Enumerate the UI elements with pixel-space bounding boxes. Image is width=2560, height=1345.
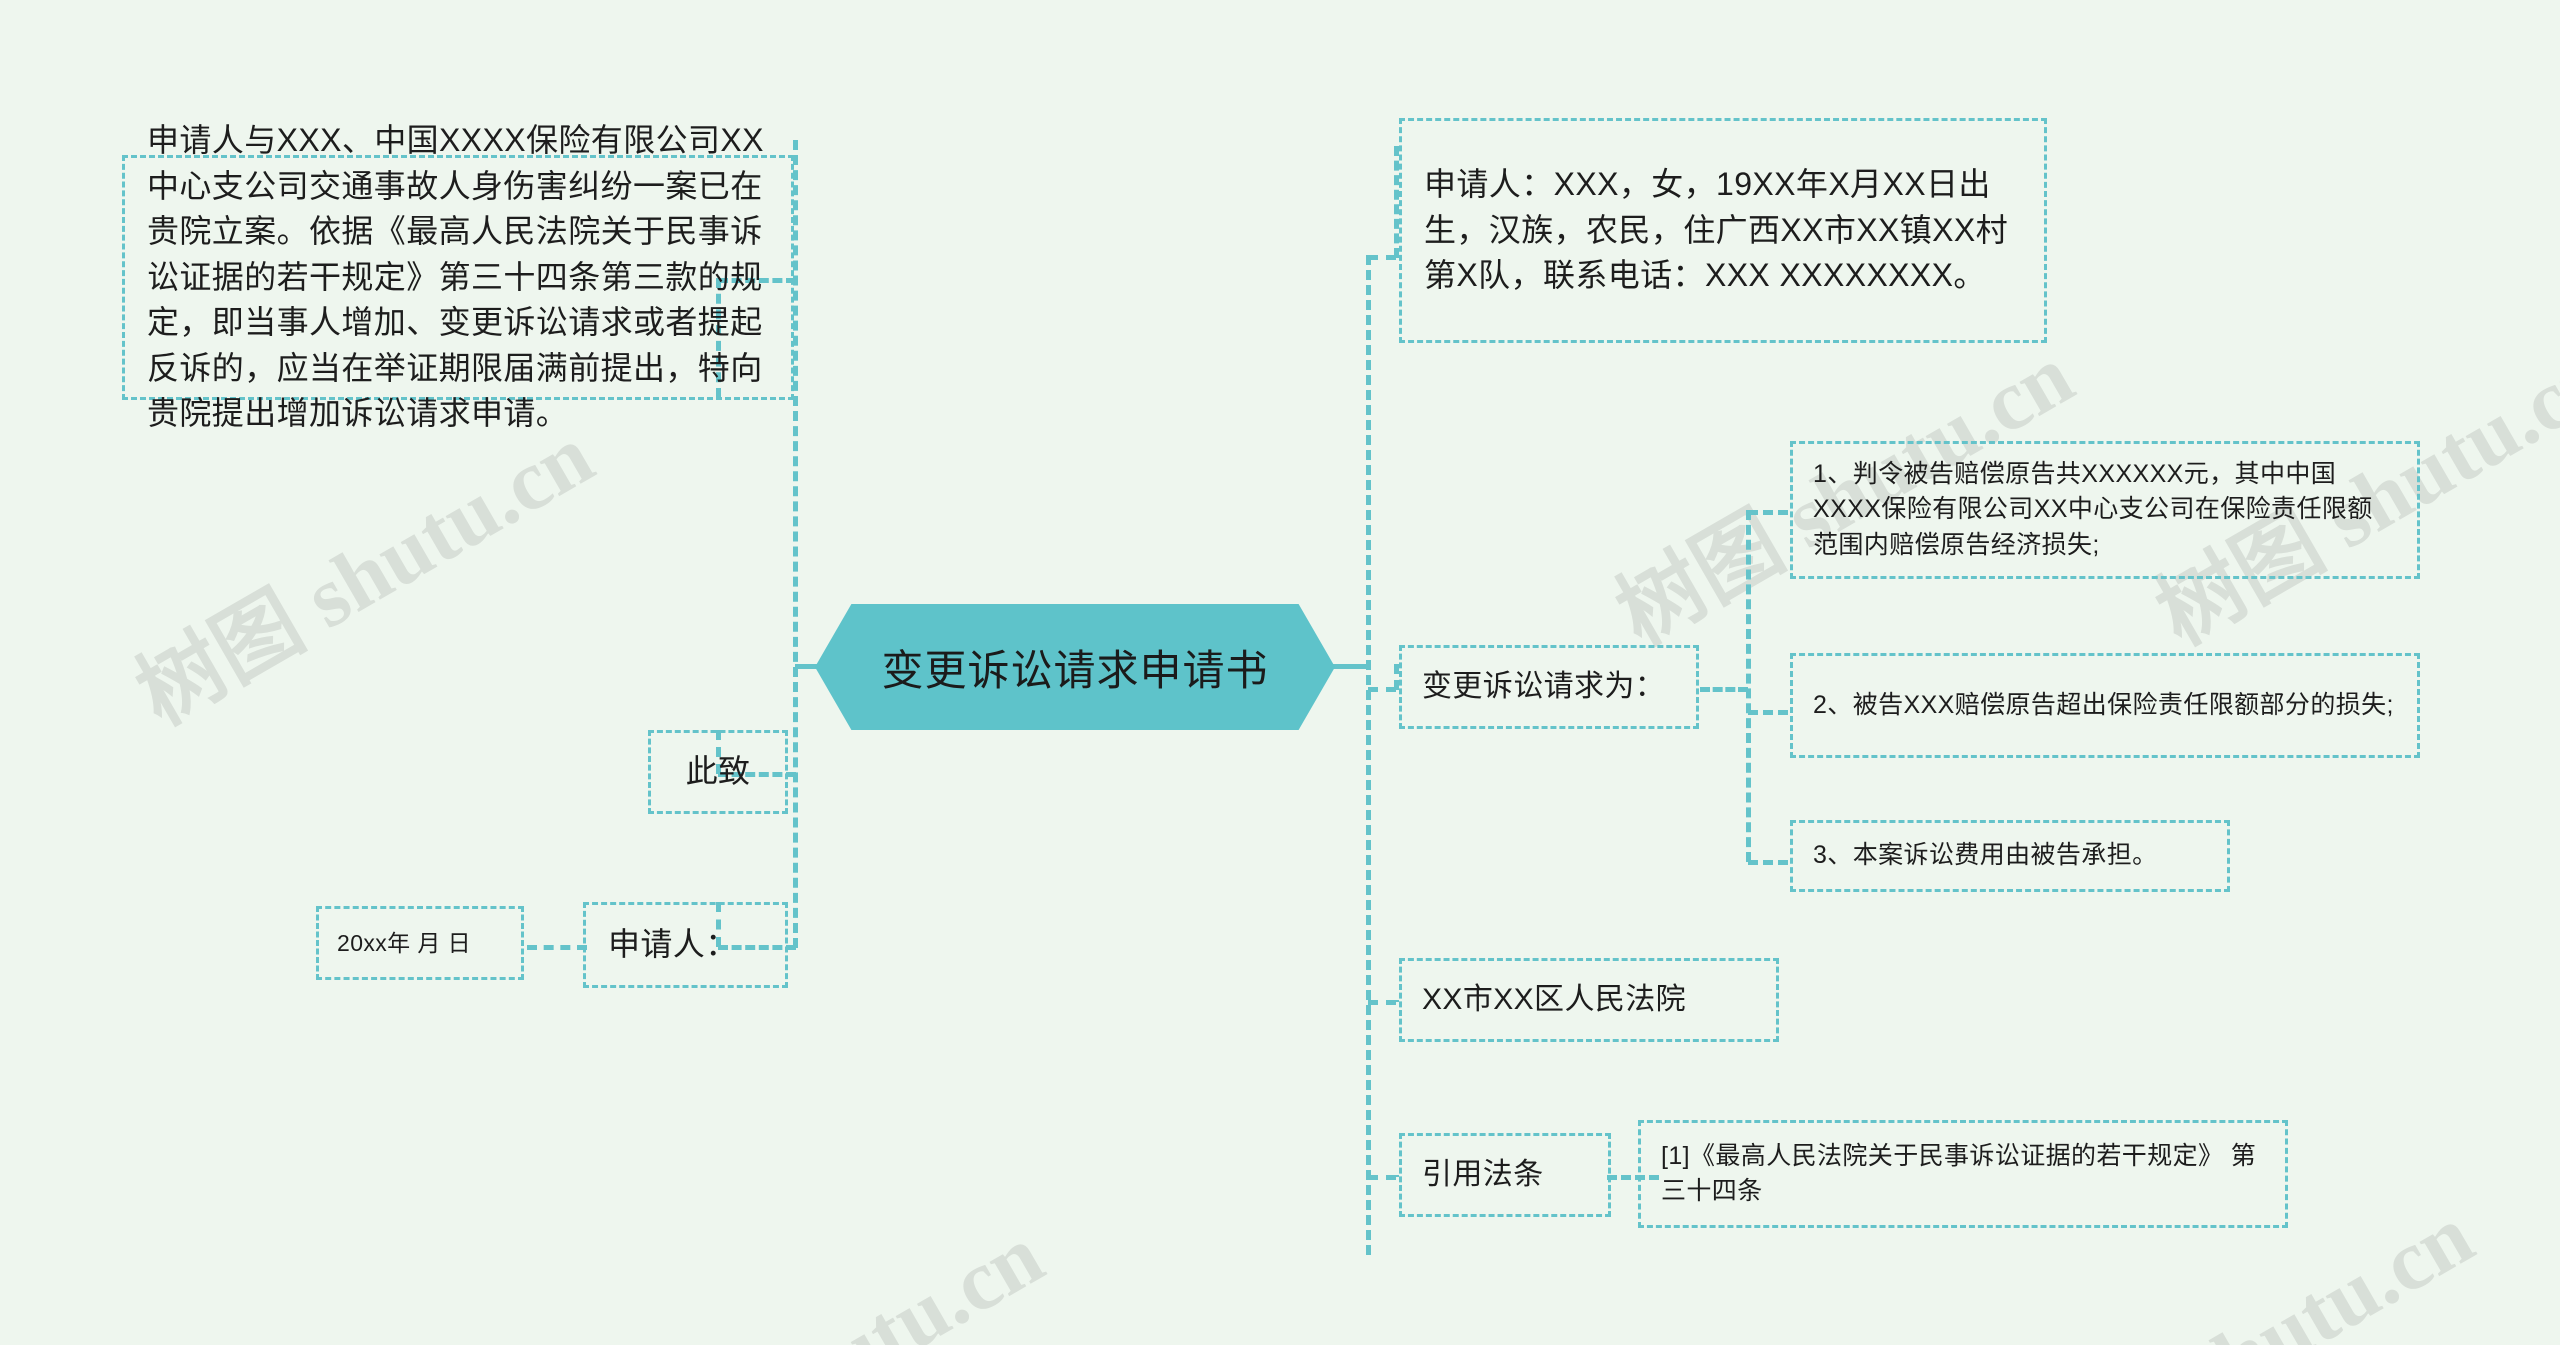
node-cited-law-1-label: [1]《最高人民法院关于民事诉讼证据的若干规定》 第三十四条: [1661, 1141, 2257, 1206]
connector-claim-1: [1748, 510, 1788, 515]
node-claims-heading[interactable]: 变更诉讼请求为：: [1399, 645, 1699, 729]
watermark: 树图 shutu.cn: [560, 1187, 1061, 1345]
connector-right-claims: [1368, 687, 1396, 692]
mindmap-canvas: 树图 shutu.cn 树图 shutu.cn 树图 shutu.cn 树图 s…: [0, 0, 2560, 1345]
connector-applicant-date: [527, 945, 587, 950]
connector-claims-spine: [1746, 510, 1751, 862]
node-claim-3-label: 3、本案诉讼费用由被告承担。: [1813, 841, 2158, 870]
node-claim-2-label: 2、被告XXX赔偿原告超出保险责任限额部分的损失;: [1813, 690, 2394, 719]
node-claim-3[interactable]: 3、本案诉讼费用由被告承担。: [1790, 820, 2230, 892]
node-claim-1[interactable]: 1、判令被告赔偿原告共XXXXXX元，其中中国XXXX保险有限公司XX中心支公司…: [1790, 441, 2420, 579]
connector-right-citedlaw: [1368, 1175, 1396, 1180]
connector-claims-stub: [1700, 687, 1748, 692]
node-closing-label: 此致: [685, 753, 751, 790]
node-cited-law-heading-label: 引用法条: [1422, 1157, 1544, 1191]
connector-right-court: [1368, 1000, 1396, 1005]
watermark: 树图 shutu.cn: [121, 406, 609, 744]
node-closing[interactable]: 此致: [648, 730, 788, 814]
connector-right-applicantinfo: [1368, 255, 1396, 260]
connector-claim-2: [1748, 710, 1788, 715]
connector-right-trunk: [1366, 255, 1371, 1255]
node-court-label: XX市XX区人民法院: [1422, 982, 1687, 1016]
node-cited-law-heading[interactable]: 引用法条: [1399, 1133, 1611, 1217]
node-cited-law-1[interactable]: [1]《最高人民法院关于民事诉讼证据的若干规定》 第三十四条: [1638, 1120, 2288, 1228]
node-applicant-signature-label: 申请人：: [608, 926, 738, 963]
node-claim-1-label: 1、判令被告赔偿原告共XXXXXX元，其中中国XXXX保险有限公司XX中心支公司…: [1813, 459, 2373, 559]
node-court[interactable]: XX市XX区人民法院: [1399, 958, 1779, 1042]
connector-root-right: [1333, 664, 1369, 669]
node-claims-heading-label: 变更诉讼请求为：: [1422, 669, 1666, 703]
root-topic-label: 变更诉讼请求申请书: [881, 646, 1269, 694]
node-body-text[interactable]: 申请人与XXX、中国XXXX保险有限公司XX中心支公司交通事故人身伤害纠纷一案已…: [122, 122, 794, 431]
node-applicant-info[interactable]: 申请人：XXX，女，19XX年X月XX日出生，汉族，农民，住广西XX市XX镇XX…: [1399, 118, 2047, 343]
node-applicant-info-label: 申请人：XXX，女，19XX年X月XX日出生，汉族，农民，住广西XX市XX镇XX…: [1424, 166, 2009, 294]
connector-claim-3: [1748, 860, 1788, 865]
node-date[interactable]: 20xx年 月 日: [316, 906, 524, 980]
node-applicant-signature[interactable]: 申请人：: [583, 902, 788, 988]
node-date-label: 20xx年 月 日: [337, 929, 471, 956]
node-body-text-label: 申请人与XXX、中国XXXX保险有限公司XX中心支公司交通事故人身伤害纠纷一案已…: [147, 122, 764, 432]
root-topic[interactable]: 变更诉讼请求申请书: [815, 604, 1335, 730]
node-claim-2[interactable]: 2、被告XXX赔偿原告超出保险责任限额部分的损失;: [1790, 653, 2420, 758]
